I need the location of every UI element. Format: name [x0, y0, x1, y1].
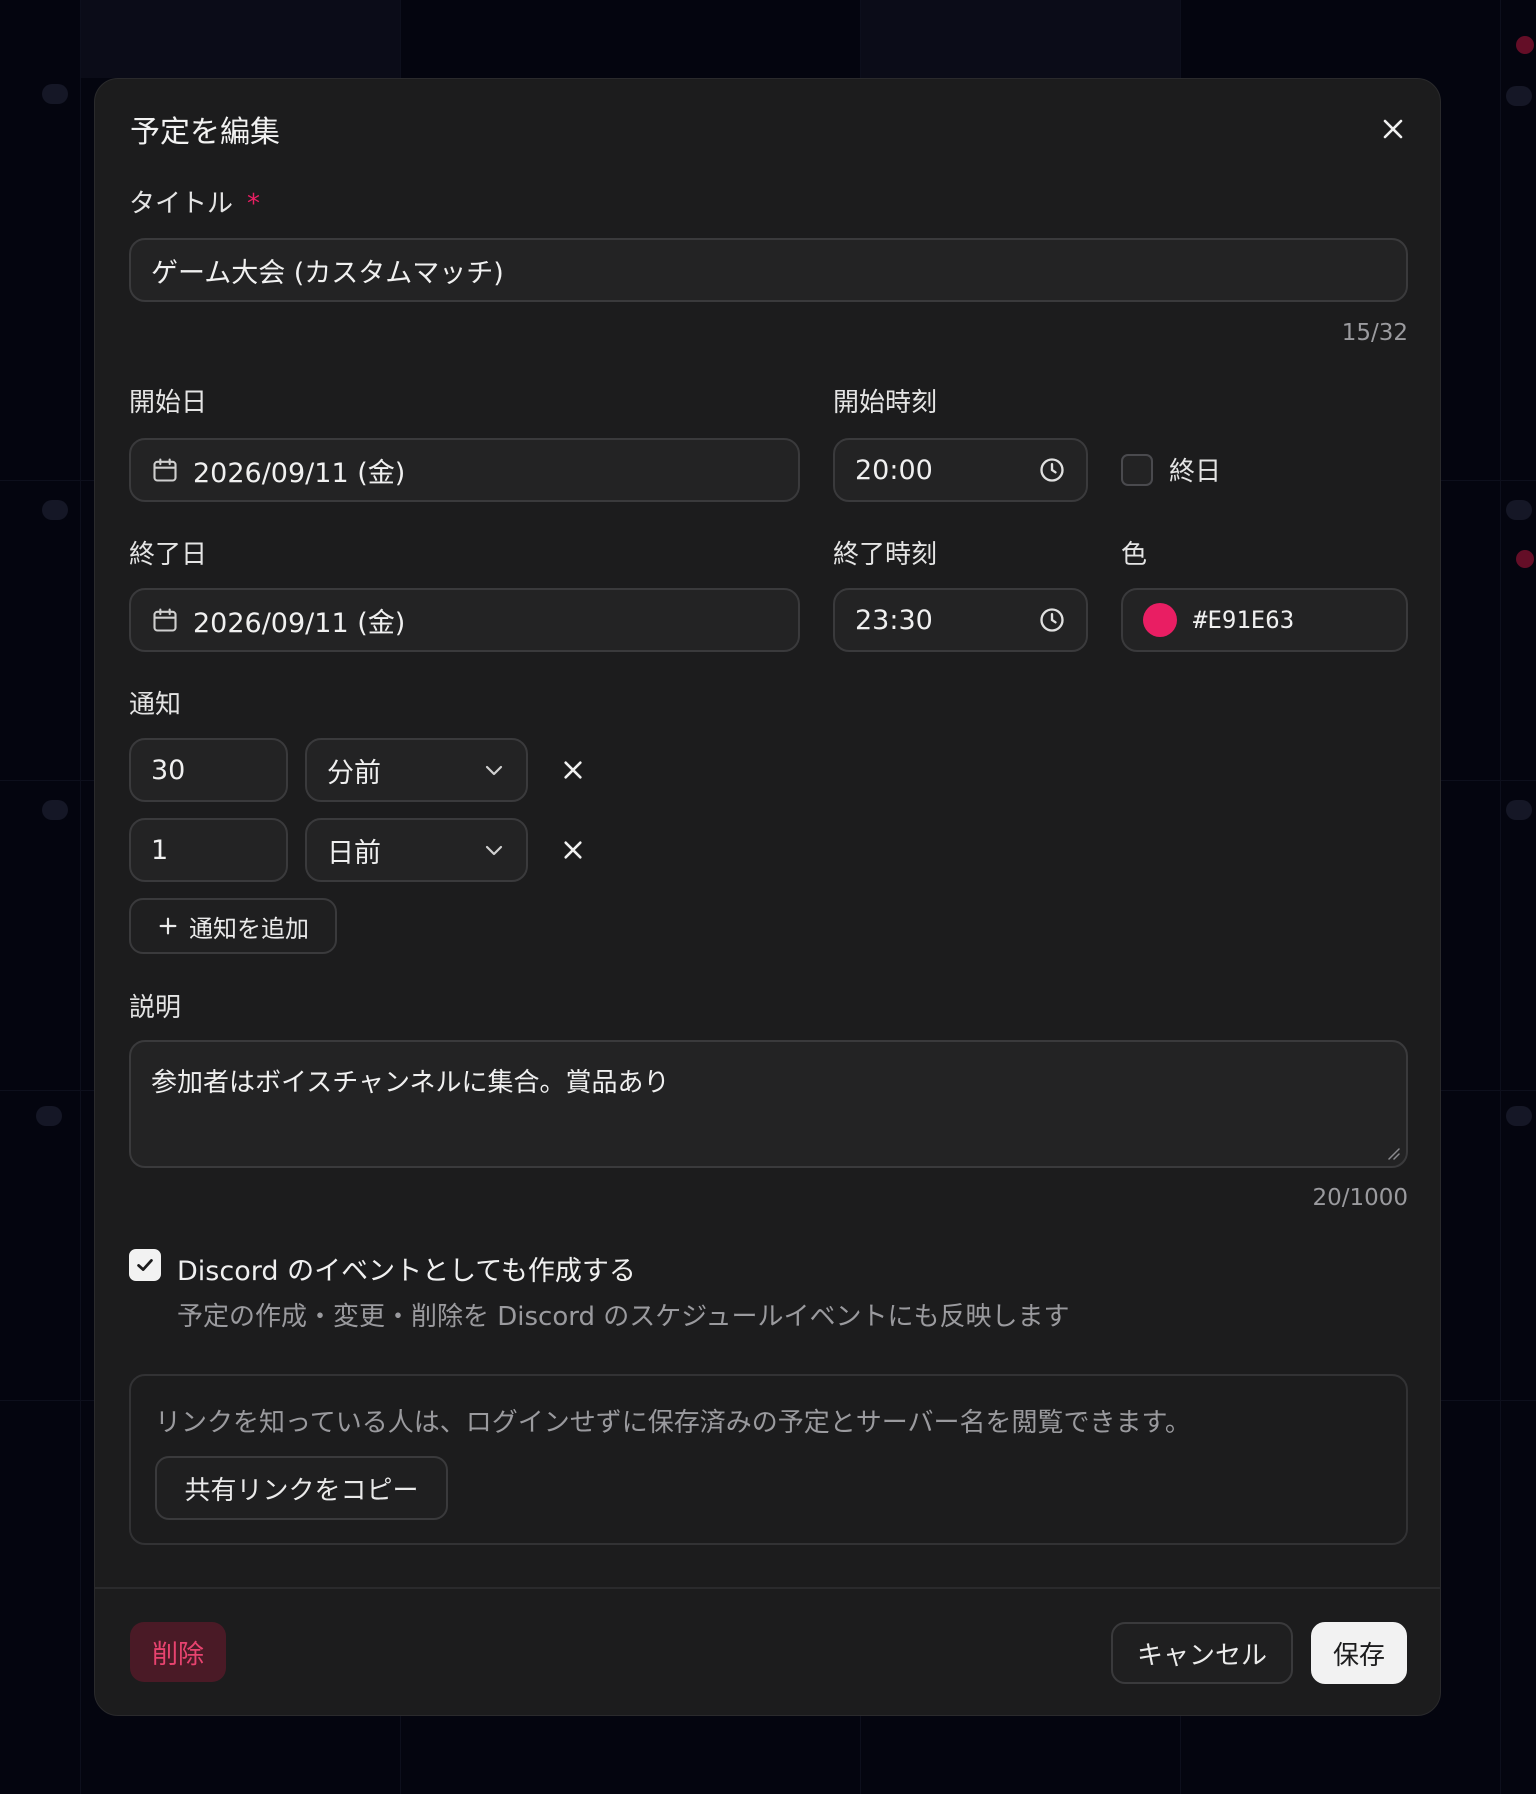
dialog-title: 予定を編集	[130, 115, 280, 150]
color-hex-value: #E91E63	[1193, 606, 1295, 634]
notifications-label: 通知	[129, 690, 182, 720]
save-button[interactable]: 保存	[1311, 1622, 1407, 1684]
clock-icon	[1038, 606, 1066, 634]
start-date-label: 開始日	[129, 388, 208, 418]
footer-divider	[95, 1587, 1440, 1589]
copy-share-link-button[interactable]: 共有リンクをコピー	[155, 1456, 448, 1520]
notification-amount-value: 30	[151, 754, 186, 786]
background-dot	[1506, 86, 1532, 106]
all-day-checkbox[interactable]	[1121, 454, 1153, 486]
plus-icon	[159, 917, 177, 935]
end-date-value: 2026/09/11 (金)	[193, 607, 406, 639]
start-date-value: 2026/09/11 (金)	[193, 457, 406, 489]
title-input[interactable]: ゲーム大会 (カスタムマッチ)	[129, 238, 1408, 302]
notification-amount-value: 1	[151, 834, 169, 866]
delete-label: 削除	[151, 1639, 204, 1670]
start-time-value: 20:00	[855, 454, 933, 486]
description-textarea[interactable]: 参加者はボイスチャンネルに集合。賞品あり	[129, 1040, 1408, 1168]
end-time-picker[interactable]: 23:30	[833, 588, 1088, 652]
background-gridline	[80, 0, 81, 1794]
end-date-picker[interactable]: 2026/09/11 (金)	[129, 588, 800, 652]
copy-share-link-label: 共有リンクをコピー	[184, 1475, 419, 1506]
background-dot	[1506, 1106, 1532, 1126]
title-input-value: ゲーム大会 (カスタムマッチ)	[151, 257, 504, 289]
notification-unit-value: 分前	[327, 757, 381, 789]
save-label: 保存	[1332, 1640, 1385, 1671]
remove-notification-button[interactable]	[553, 750, 593, 790]
background-dot	[36, 1106, 62, 1126]
share-info-text: リンクを知っている人は、ログインせずに保存済みの予定とサーバー名を閲覧できます。	[155, 1408, 1191, 1438]
close-button[interactable]	[1371, 107, 1415, 151]
description-value: 参加者はボイスチャンネルに集合。賞品あり	[151, 1068, 670, 1098]
x-icon	[564, 761, 582, 779]
description-label: 説明	[129, 993, 182, 1023]
color-label: 色	[1121, 540, 1148, 570]
required-mark: *	[247, 189, 261, 219]
clock-icon	[1038, 456, 1066, 484]
title-label: タイトル *	[129, 183, 260, 220]
chevron-down-icon	[482, 838, 506, 862]
background-pink-dot	[1516, 36, 1534, 54]
start-time-picker[interactable]: 20:00	[833, 438, 1088, 502]
color-swatch	[1143, 603, 1177, 637]
x-icon	[564, 841, 582, 859]
start-time-label: 開始時刻	[833, 388, 938, 418]
notification-amount-input[interactable]: 1	[129, 818, 288, 882]
background-dot	[1506, 500, 1532, 520]
discord-event-label: Discord のイベントとしても作成する	[177, 1256, 636, 1287]
calendar-icon	[151, 606, 179, 634]
discord-event-checkbox[interactable]	[129, 1249, 161, 1281]
background-dot	[42, 84, 68, 104]
add-notification-button[interactable]: 通知を追加	[129, 898, 337, 954]
description-counter: 20/1000	[1312, 1185, 1408, 1211]
remove-notification-button[interactable]	[553, 830, 593, 870]
background-dot	[42, 800, 68, 820]
background-dot	[1506, 800, 1532, 820]
notification-amount-input[interactable]: 30	[129, 738, 288, 802]
resize-handle-icon	[1388, 1148, 1400, 1160]
all-day-label: 終日	[1169, 457, 1222, 487]
color-picker[interactable]: #E91E63	[1121, 588, 1408, 652]
background-dot	[42, 500, 68, 520]
close-icon	[1383, 119, 1403, 139]
background-block	[860, 0, 1180, 78]
start-date-picker[interactable]: 2026/09/11 (金)	[129, 438, 800, 502]
title-label-text: タイトル	[129, 189, 234, 219]
edit-event-dialog: 予定を編集 タイトル * ゲーム大会 (カスタムマッチ) 15/32 開始日 開始…	[94, 78, 1441, 1716]
background-pink-dot	[1516, 550, 1534, 568]
title-counter: 15/32	[1341, 320, 1408, 346]
background-gridline	[1500, 0, 1501, 1794]
discord-event-help: 予定の作成・変更・削除を Discord のスケジュールイベントにも反映します	[177, 1302, 1070, 1332]
notification-unit-value: 日前	[327, 837, 381, 869]
end-date-label: 終了日	[129, 540, 208, 570]
notification-unit-select[interactable]: 日前	[305, 818, 528, 882]
notification-unit-select[interactable]: 分前	[305, 738, 528, 802]
end-time-label: 終了時刻	[833, 540, 938, 570]
add-notification-label: 通知を追加	[189, 914, 309, 943]
calendar-icon	[151, 456, 179, 484]
delete-button[interactable]: 削除	[130, 1622, 226, 1682]
end-time-value: 23:30	[855, 604, 933, 636]
cancel-button[interactable]: キャンセル	[1111, 1622, 1293, 1684]
cancel-label: キャンセル	[1136, 1640, 1267, 1671]
check-icon	[137, 1259, 153, 1271]
chevron-down-icon	[482, 758, 506, 782]
background-block	[80, 0, 400, 78]
share-link-panel: リンクを知っている人は、ログインせずに保存済みの予定とサーバー名を閲覧できます。…	[129, 1374, 1408, 1545]
